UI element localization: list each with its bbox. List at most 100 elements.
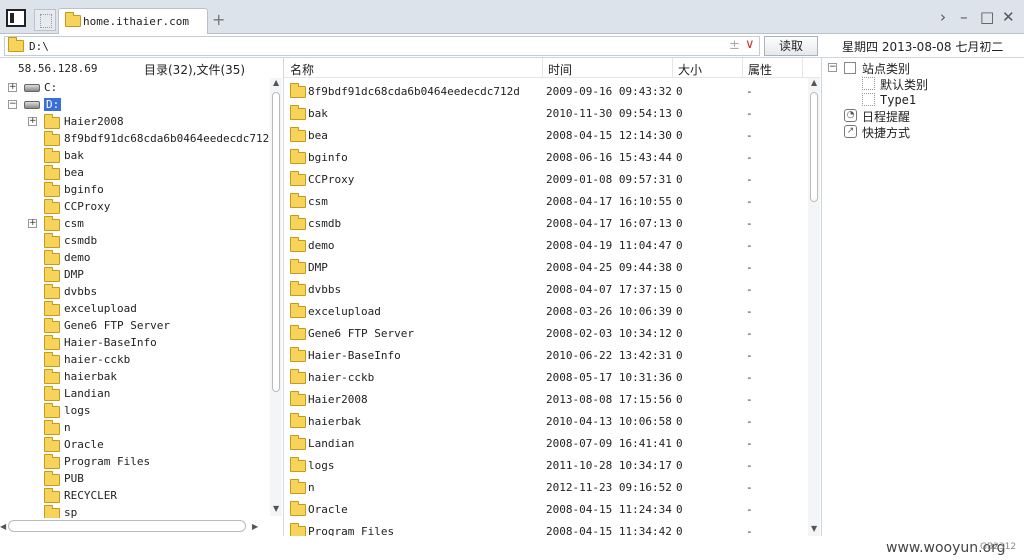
file-time: 2008-04-15 12:14:30 <box>546 129 672 142</box>
file-attr: - <box>746 107 753 120</box>
add-tab-button[interactable]: + <box>212 10 225 29</box>
category-icon <box>844 62 856 74</box>
file-row[interactable]: haierbak 2010-04-13 10:06:58 0 - <box>284 410 808 432</box>
column-name[interactable]: 名称 <box>290 61 314 78</box>
file-attr: - <box>746 85 753 98</box>
tree-folder[interactable]: Oracle <box>0 437 270 454</box>
expand-icon[interactable]: + <box>28 219 37 228</box>
nav-next-icon[interactable]: › <box>940 8 946 26</box>
file-row[interactable]: n 2012-11-23 09:16:52 0 - <box>284 476 808 498</box>
tree-folder[interactable]: Gene6 FTP Server <box>0 318 270 335</box>
minimize-button[interactable]: – <box>960 8 968 26</box>
tree-folder[interactable]: 8f9bdf91dc68cda6b0464eedecdc712d <box>0 131 270 148</box>
tree-folder[interactable]: CCProxy <box>0 199 270 216</box>
read-button[interactable]: 读取 <box>764 36 818 56</box>
tree-folder[interactable]: PUB <box>0 471 270 488</box>
file-row[interactable]: DMP 2008-04-25 09:44:38 0 - <box>284 256 808 278</box>
scroll-left-icon[interactable]: ◀ <box>0 522 6 531</box>
file-row[interactable]: Program Files 2008-04-15 11:34:42 0 - <box>284 520 808 536</box>
tree-horizontal-scrollbar[interactable] <box>8 520 246 532</box>
tree-folder[interactable]: excelupload <box>0 301 270 318</box>
tree-item-label: csmdb <box>64 234 98 247</box>
file-row[interactable]: bak 2010-11-30 09:54:13 0 - <box>284 102 808 124</box>
file-row[interactable]: 8f9bdf91dc68cda6b0464eedecdc712d 2009-09-… <box>284 80 808 102</box>
file-row[interactable]: demo 2008-04-19 11:04:47 0 - <box>284 234 808 256</box>
file-row[interactable]: logs 2011-10-28 10:34:17 0 - <box>284 454 808 476</box>
tree-drive[interactable]: − D: <box>0 97 270 114</box>
tree-folder[interactable]: RECYCLER <box>0 488 270 505</box>
tree-folder[interactable]: bginfo <box>0 182 270 199</box>
file-row[interactable]: Oracle 2008-04-15 11:24:34 0 - <box>284 498 808 520</box>
close-button[interactable]: ✕ <box>1002 8 1015 26</box>
collapse-icon[interactable]: − <box>8 100 17 109</box>
tree-item-label: C: <box>44 81 58 94</box>
file-row[interactable]: Landian 2008-07-09 16:41:41 0 - <box>284 432 808 454</box>
tree-drive[interactable]: + C: <box>0 80 270 97</box>
tree-folder[interactable]: DMP <box>0 267 270 284</box>
tree-folder[interactable]: demo <box>0 250 270 267</box>
tree-folder[interactable]: haierbak <box>0 369 270 386</box>
file-row[interactable]: bea 2008-04-15 12:14:30 0 - <box>284 124 808 146</box>
file-row[interactable]: csm 2008-04-17 16:10:55 0 - <box>284 190 808 212</box>
tree-folder[interactable]: csmdb <box>0 233 270 250</box>
tree-folder[interactable]: Program Files <box>0 454 270 471</box>
site-category-root[interactable]: − 站点类别 <box>828 60 1018 76</box>
schedule-reminder[interactable]: ◔ 日程提醒 <box>844 108 1014 124</box>
blank-tab-icon[interactable] <box>34 9 56 31</box>
file-row[interactable]: Gene6 FTP Server 2008-02-03 10:34:12 0 - <box>284 322 808 344</box>
scroll-thumb[interactable] <box>810 92 818 202</box>
collapse-icon[interactable]: − <box>828 63 837 72</box>
tree-folder[interactable]: + csm <box>0 216 270 233</box>
file-row[interactable]: csmdb 2008-04-17 16:07:13 0 - <box>284 212 808 234</box>
directory-tree-pane: 58.56.128.69 目录(32),文件(35) + C: − D: + Haier2… <box>0 58 284 536</box>
file-row[interactable]: bginfo 2008-06-16 15:43:44 0 - <box>284 146 808 168</box>
expand-icon[interactable]: + <box>8 83 17 92</box>
path-input[interactable]: D:\ ± ∨ <box>4 36 760 56</box>
tree-folder[interactable]: bea <box>0 165 270 182</box>
folder-icon <box>44 335 60 350</box>
tree-folder[interactable]: + Haier2008 <box>0 114 270 131</box>
scroll-up-icon[interactable]: ▲ <box>811 78 817 87</box>
tree-vertical-scrollbar[interactable]: ▲ ▼ <box>270 78 282 516</box>
shortcut-item[interactable]: ↗ 快捷方式 <box>844 124 1014 140</box>
category-item-type1[interactable]: Type1 <box>862 92 1012 108</box>
scroll-down-icon[interactable]: ▼ <box>273 504 279 513</box>
file-attr: - <box>746 393 753 406</box>
scroll-down-icon[interactable]: ▼ <box>811 524 817 533</box>
file-time: 2010-11-30 09:54:13 <box>546 107 672 120</box>
file-row[interactable]: CCProxy 2009-01-08 09:57:31 0 - <box>284 168 808 190</box>
tree-item-label: sp <box>64 506 78 518</box>
file-row[interactable]: Haier-BaseInfo 2010-06-22 13:42:31 0 - <box>284 344 808 366</box>
tree-folder[interactable]: Haier-BaseInfo <box>0 335 270 352</box>
sidebar-toggle-icon[interactable] <box>6 9 26 27</box>
column-size[interactable]: 大小 <box>678 61 702 78</box>
column-time[interactable]: 时间 <box>548 61 572 78</box>
tree-folder[interactable]: sp <box>0 505 270 518</box>
file-row[interactable]: excelupload 2008-03-26 10:06:39 0 - <box>284 300 808 322</box>
file-attr: - <box>746 261 753 274</box>
maximize-button[interactable]: □ <box>980 8 994 26</box>
column-attr[interactable]: 属性 <box>748 61 772 78</box>
scroll-right-icon[interactable]: ▶ <box>252 522 258 531</box>
folder-icon <box>44 352 60 367</box>
tab-active[interactable]: home.ithaier.com <box>58 8 208 34</box>
file-size: 0 <box>676 129 683 142</box>
tree-folder[interactable]: dvbbs <box>0 284 270 301</box>
file-row[interactable]: Haier2008 2013-08-08 17:15:56 0 - <box>284 388 808 410</box>
plus-minus-icon[interactable]: ± <box>729 38 740 53</box>
folder-icon <box>290 523 306 536</box>
file-row[interactable]: haier-cckb 2008-05-17 10:31:36 0 - <box>284 366 808 388</box>
file-row[interactable]: dvbbs 2008-04-07 17:37:15 0 - <box>284 278 808 300</box>
dropdown-icon[interactable]: ∨ <box>745 37 755 52</box>
scroll-up-icon[interactable]: ▲ <box>273 78 279 87</box>
tree-folder[interactable]: Landian <box>0 386 270 403</box>
expand-icon[interactable]: + <box>28 117 37 126</box>
tree-folder[interactable]: logs <box>0 403 270 420</box>
tab-bar: home.ithaier.com + › – □ ✕ <box>0 0 1024 34</box>
file-list-scrollbar[interactable]: ▲ ▼ <box>808 78 820 536</box>
tree-folder[interactable]: bak <box>0 148 270 165</box>
scroll-thumb[interactable] <box>272 92 280 392</box>
category-item-default[interactable]: 默认类别 <box>862 76 1012 92</box>
tree-folder[interactable]: haier-cckb <box>0 352 270 369</box>
tree-folder[interactable]: n <box>0 420 270 437</box>
